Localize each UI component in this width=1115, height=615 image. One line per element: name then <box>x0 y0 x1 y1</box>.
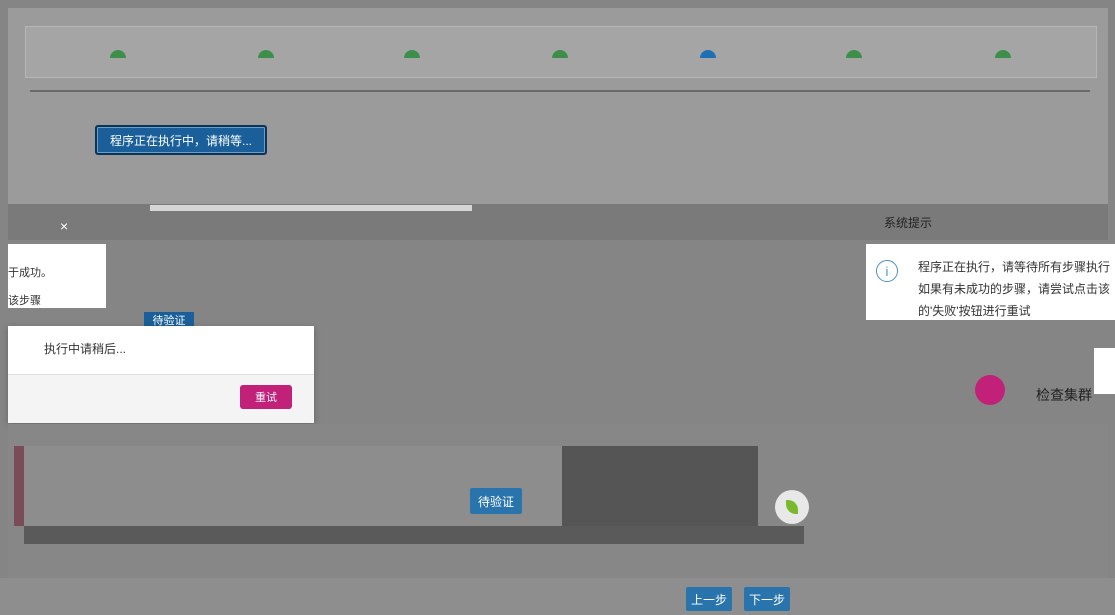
close-icon[interactable]: × <box>60 218 68 234</box>
toast-footer: 重试 <box>8 374 314 423</box>
retry-button[interactable]: 重试 <box>240 385 292 409</box>
progress-strip <box>150 205 472 211</box>
next-step-button[interactable]: 下一步 <box>744 587 790 611</box>
result-text-line2: 该步骤 <box>8 295 41 307</box>
step-connector <box>30 90 1090 92</box>
bottom-strip <box>24 526 804 544</box>
panel-edge <box>1094 348 1115 394</box>
executing-toast: 执行中请稍后... 重试 <box>8 326 314 423</box>
system-tip-line: 程序正在执行，请等待所有步骤执行 <box>918 260 1111 274</box>
prev-step-button[interactable]: 上一步 <box>686 587 732 611</box>
left-result-dialog: 于成功。 该步骤 <box>8 244 106 308</box>
system-tip-title: 系统提示 <box>884 216 933 230</box>
toast-message: 执行中请稍后... <box>44 342 127 356</box>
result-text-line1: 于成功。 <box>8 267 52 279</box>
check-cluster-label: 检查集群 <box>1036 387 1092 403</box>
leaf-icon <box>786 500 798 514</box>
system-tip-line: 如果有未成功的步骤，请尝试点击该 <box>918 282 1111 296</box>
system-tip-line: 的'失败'按钮进行重试 <box>918 304 1031 318</box>
step-detail-box <box>14 446 562 526</box>
check-cluster-icon <box>975 375 1005 405</box>
running-status-button[interactable]: 程序正在执行中，请稍等... <box>95 125 267 155</box>
footer-bar <box>0 578 1115 615</box>
system-tip-dialog: i 程序正在执行，请等待所有步骤执行 如果有未成功的步骤，请尝试点击该 的'失败… <box>866 244 1115 320</box>
verify-button[interactable]: 待验证 <box>470 488 522 514</box>
leaf-badge <box>775 490 809 524</box>
dark-detail-box <box>562 446 758 526</box>
info-icon: i <box>876 260 898 282</box>
